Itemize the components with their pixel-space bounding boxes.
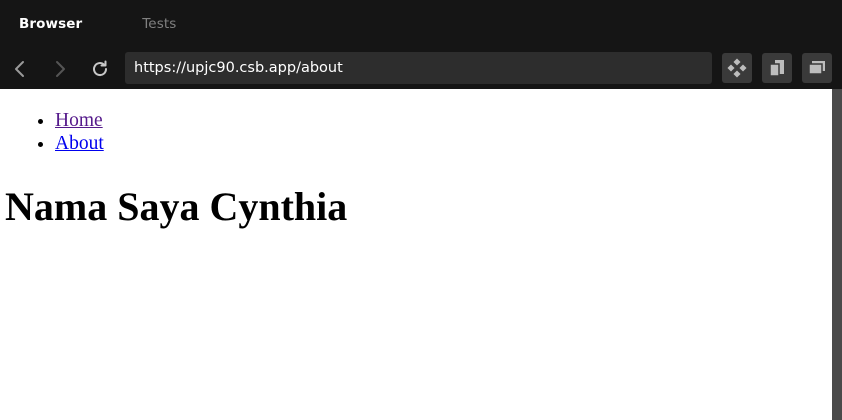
preview-tab-bar: Browser Tests xyxy=(0,0,842,48)
home-link[interactable]: Home xyxy=(55,110,103,131)
reload-icon xyxy=(93,60,108,77)
forward-button[interactable] xyxy=(47,56,73,82)
page-title: Nama Saya Cynthia xyxy=(5,184,348,229)
tab-browser[interactable]: Browser xyxy=(19,0,82,48)
chevron-right-icon xyxy=(56,61,65,77)
nav-list-item: About xyxy=(55,132,104,155)
open-new-window-button[interactable] xyxy=(762,53,792,83)
layers-icon xyxy=(808,61,825,75)
browser-preview-window: Browser Tests https://upjc90.csb.app/abo… xyxy=(0,0,842,420)
chevron-left-icon xyxy=(15,61,24,77)
reload-button[interactable] xyxy=(87,56,113,82)
codesandbox-button[interactable] xyxy=(722,53,752,83)
about-link[interactable]: About xyxy=(55,133,104,154)
nav-list: Home About xyxy=(0,109,104,155)
nav-list-item: Home xyxy=(55,109,104,132)
back-button[interactable] xyxy=(7,56,33,82)
scrollbar[interactable] xyxy=(832,89,842,420)
address-bar[interactable]: https://upjc90.csb.app/about xyxy=(125,52,712,84)
codesandbox-icon xyxy=(727,58,747,78)
layers-button[interactable] xyxy=(802,53,832,83)
open-new-window-icon xyxy=(769,60,784,77)
tab-tests[interactable]: Tests xyxy=(142,0,176,48)
browser-toolbar: https://upjc90.csb.app/about xyxy=(0,48,842,89)
page-viewport: Home About Nama Saya Cynthia xyxy=(0,89,832,420)
